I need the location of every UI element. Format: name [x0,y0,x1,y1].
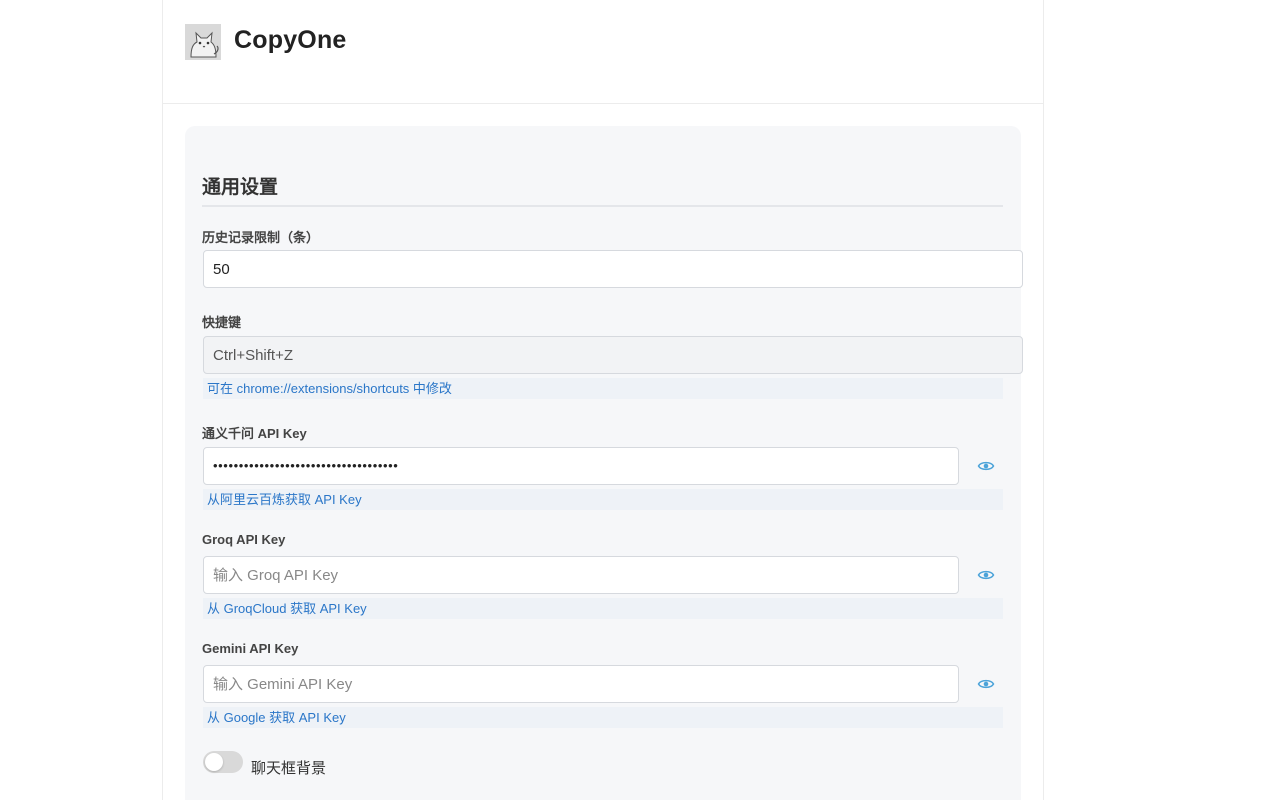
qwen-api-key-hint[interactable]: 从阿里云百炼获取 API Key [203,489,1003,510]
chat-background-label: 聊天框背景 [251,760,327,777]
app-title: CopyOne [234,26,347,54]
shortcut-input[interactable] [203,336,1023,374]
groq-api-key-label: Groq API Key [202,532,286,547]
settings-page: CopyOne 通用设置 历史记录限制（条） 快捷键 可在 chrome://e… [162,0,1044,800]
gemini-api-key-label: Gemini API Key [202,641,299,656]
eye-icon[interactable] [977,566,995,584]
groq-api-key-input[interactable] [203,556,959,594]
app-header: CopyOne [163,0,1043,104]
section-title: 通用设置 [202,177,279,198]
qwen-api-key-input[interactable]: •••••••••••••••••••••••••••••••••••• [203,447,959,485]
eye-icon[interactable] [977,675,995,693]
qwen-api-key-label: 通义千问 API Key [202,426,307,441]
shortcut-hint: 可在 chrome://extensions/shortcuts 中修改 [203,378,1003,399]
gemini-api-key-input[interactable] [203,665,959,703]
chat-background-toggle[interactable] [203,751,243,773]
shortcut-label: 快捷键 [202,315,242,330]
general-settings-panel: 通用设置 历史记录限制（条） 快捷键 可在 chrome://extension… [185,126,1023,800]
history-limit-input[interactable] [203,250,1023,288]
eye-icon[interactable] [977,457,995,475]
gemini-api-key-hint[interactable]: 从 Google 获取 API Key [203,707,1003,728]
history-limit-label: 历史记录限制（条） [202,230,320,245]
section-divider [202,205,1003,207]
cat-logo-icon [185,24,221,60]
groq-api-key-hint[interactable]: 从 GroqCloud 获取 API Key [203,598,1003,619]
toggle-knob [205,753,223,771]
